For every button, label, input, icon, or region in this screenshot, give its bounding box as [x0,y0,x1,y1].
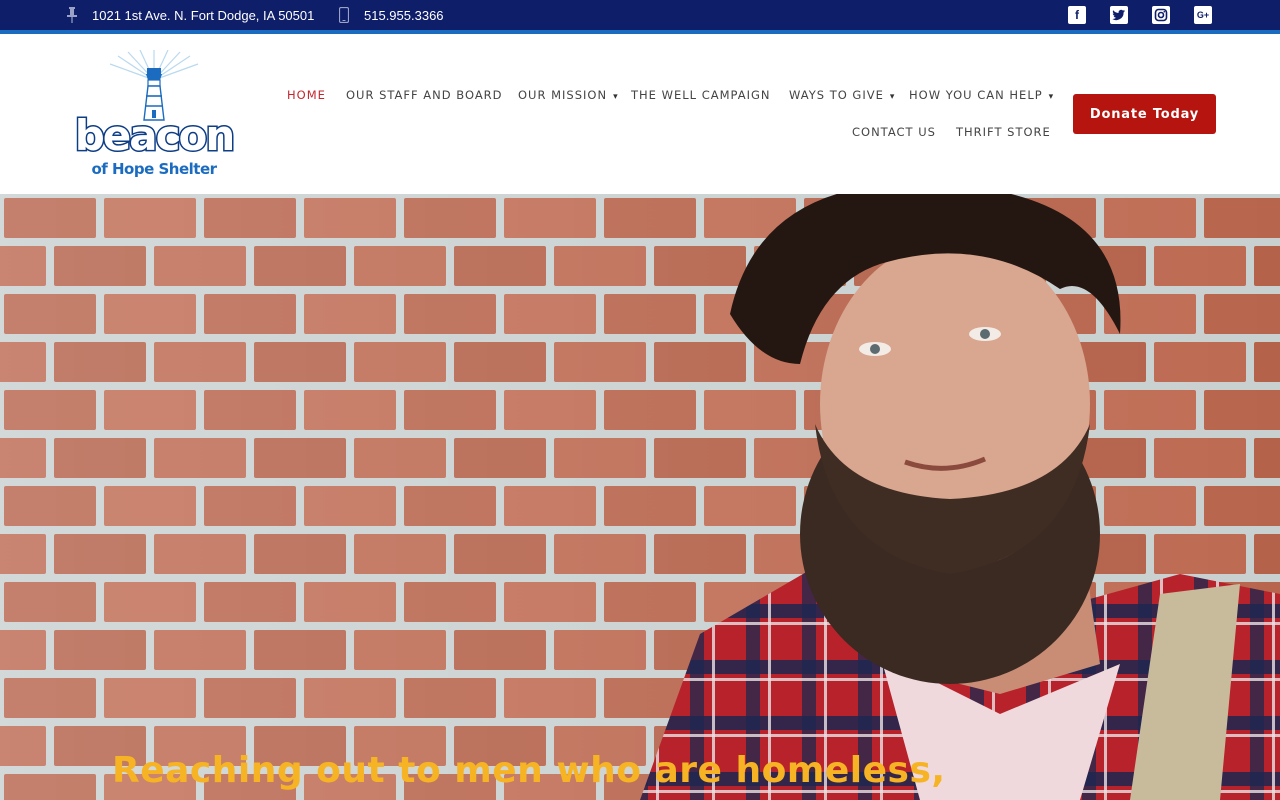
nav-staff-and-board[interactable]: OUR STAFF AND BOARD [346,88,503,102]
mobile-phone-icon [336,7,352,23]
address-block: 1021 1st Ave. N. Fort Dodge, IA 50501 [64,0,314,30]
logo-tagline: of Hope Shelter [91,160,217,178]
site-header: beacon of Hope Shelter HOME OUR STAFF AN… [0,34,1280,194]
beacon-of-hope-logo[interactable]: beacon of Hope Shelter [68,49,240,182]
phone-text[interactable]: 515.955.3366 [364,8,444,23]
logo-wordmark: beacon [75,111,234,160]
nav-how-you-can-help-label: HOW YOU CAN HELP [909,88,1043,102]
top-info-bar: 1021 1st Ave. N. Fort Dodge, IA 50501 51… [0,0,1280,30]
dropdown-caret-icon: ▾ [889,92,896,102]
phone-block: 515.955.3366 [336,0,444,30]
dropdown-caret-icon: ▾ [613,92,619,102]
nav-how-you-can-help[interactable]: HOW YOU CAN HELP ▾ [909,88,1054,102]
dropdown-caret-icon: ▾ [1048,92,1055,102]
nav-well-campaign[interactable]: THE WELL CAMPAIGN [631,88,771,102]
nav-contact-us[interactable]: CONTACT US [852,125,936,139]
address-text: 1021 1st Ave. N. Fort Dodge, IA 50501 [92,7,315,23]
google-plus-icon[interactable]: G+ [1194,6,1212,24]
pushpin-icon [64,7,80,23]
hero-headline: Reaching out to men who are homeless, [112,750,946,791]
hero-photo-man-brick-wall [0,194,1280,800]
nav-home[interactable]: HOME [287,88,326,102]
facebook-icon[interactable]: f [1068,6,1086,24]
donate-today-button[interactable]: Donate Today [1073,94,1216,134]
hero-banner: Reaching out to men who are homeless, [0,194,1280,800]
twitter-icon[interactable] [1110,6,1128,24]
nav-our-mission-label: OUR MISSION [518,88,608,102]
nav-ways-to-give[interactable]: WAYS TO GIVE ▾ [789,88,895,102]
instagram-icon[interactable] [1152,6,1170,24]
nav-our-mission[interactable]: OUR MISSION ▾ [518,88,619,102]
nav-ways-to-give-label: WAYS TO GIVE [789,88,884,102]
nav-thrift-store[interactable]: THRIFT STORE [956,125,1051,139]
